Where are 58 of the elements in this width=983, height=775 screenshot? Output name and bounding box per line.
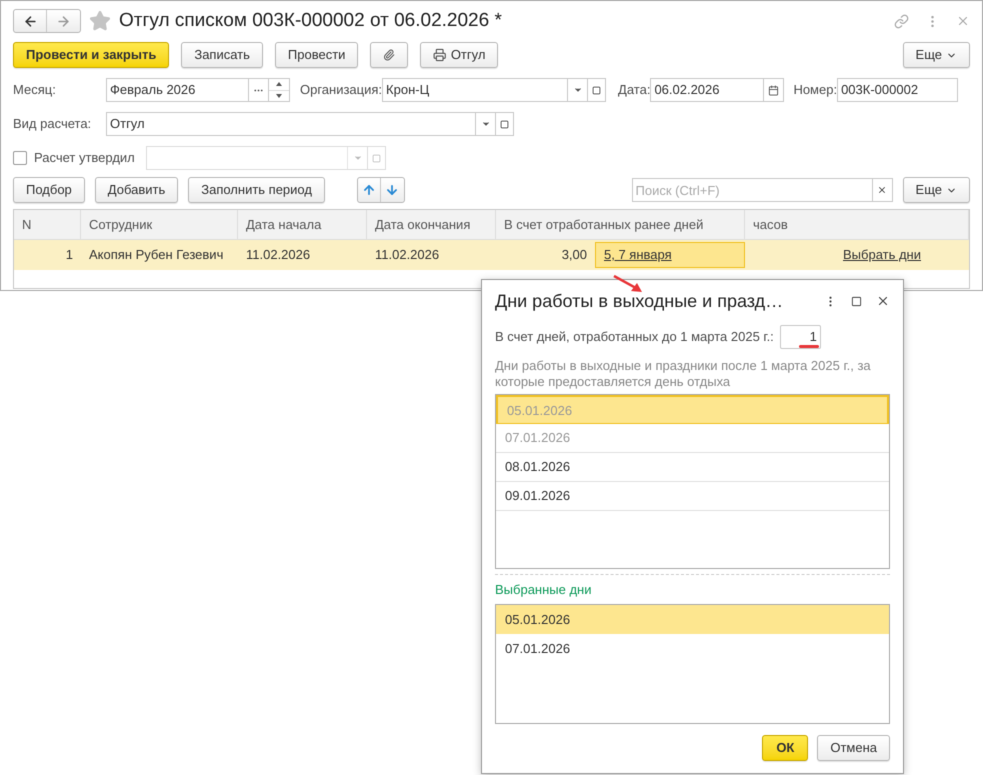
toolbar-button[interactable]: Провести (274, 42, 358, 68)
column-header[interactable]: В счет отработанных ранее дней (496, 210, 745, 239)
field-label: Месяц: (13, 81, 57, 100)
printer-icon (433, 48, 447, 62)
spin-icon[interactable] (268, 79, 289, 101)
table-cell-text: 11.02.2026 (245, 246, 312, 264)
field-label: В счет дней, отработанных до 1 марта 2025 г.: (495, 328, 774, 346)
column-header[interactable]: Дата окончания (367, 210, 496, 239)
window-title: Отгул списком 003К-000002 от 06.02.2026 * (119, 8, 502, 33)
choose-days-link[interactable]: Выбрать дни (843, 245, 969, 265)
organization-field[interactable]: Крон-Ц (382, 78, 588, 102)
star-icon[interactable] (89, 10, 111, 32)
days-link[interactable]: 5, 7 января (595, 242, 745, 268)
link-icon[interactable] (894, 14, 909, 28)
table-toolbar-button[interactable]: Добавить (94, 177, 178, 203)
column-header[interactable]: Дата начала (238, 210, 367, 239)
table-cell-text: Акопян Рубен Гезевич (88, 246, 224, 264)
day-item[interactable]: 09.01.2026 (496, 482, 889, 511)
dialog-title: Дни работы в выходные и празд… (495, 290, 784, 313)
search-field[interactable]: Поиск (Ctrl+F) (632, 178, 873, 202)
field-label: Номер: (793, 82, 838, 97)
table-cell-text: 3,00 (560, 246, 588, 264)
more-button[interactable]: Еще (902, 177, 970, 203)
checkbox-label: Расчет утвердил (34, 149, 136, 168)
column-header[interactable]: часов (745, 210, 969, 239)
dialog-button[interactable]: Отмена (817, 734, 890, 760)
field-label: Вид расчета: (13, 115, 92, 134)
more-button[interactable]: Еще (902, 42, 970, 68)
clear-icon[interactable] (872, 178, 893, 202)
paperclip-icon (383, 48, 396, 62)
field-label: Дата: (618, 82, 650, 97)
calc-type-field[interactable]: Отгул (106, 112, 496, 136)
column-header[interactable]: Сотрудник (81, 210, 238, 239)
chosen-day-item[interactable]: 05.01.2026 (496, 604, 889, 634)
table-cell-text: 1 (64, 246, 74, 264)
close-icon[interactable] (876, 294, 890, 308)
toolbar-button[interactable]: Записать (181, 42, 263, 68)
annotation-underline (799, 345, 819, 349)
table-cell-text: 11.02.2026 (374, 246, 440, 264)
table-toolbar-button[interactable]: Заполнить период (188, 177, 325, 203)
days-count-field[interactable]: 1 (780, 325, 821, 349)
toolbar-button[interactable]: Провести и закрыть (13, 42, 170, 68)
attach-button[interactable] (370, 42, 408, 68)
hint-text: Дни работы в выходные и праздники после 1 марта 2025 г., за которые предоставляется день отдыха (495, 358, 872, 390)
date-field[interactable]: 06.02.2026 (650, 78, 784, 102)
dialog-button[interactable]: ОК (762, 734, 808, 760)
table-toolbar-button[interactable]: Подбор (13, 177, 85, 203)
field-label: Организация: (300, 82, 382, 97)
day-item[interactable]: 08.01.2026 (496, 453, 889, 482)
print-button[interactable]: Отгул (420, 42, 498, 68)
month-field[interactable]: Февраль 2026 (106, 78, 290, 102)
maximize-icon[interactable] (851, 296, 862, 306)
annotation-arrow (612, 274, 644, 294)
number-field[interactable]: 003К-000002 (837, 78, 958, 102)
section-label: Выбранные дни (495, 581, 592, 599)
approved-checkbox[interactable] (13, 151, 27, 165)
column-header[interactable]: N (14, 210, 81, 239)
table-row[interactable]: 1 Акопян Рубен Гезевич 11.02.2026 11.02.2026 3,00 5, 7 января Выбрать дни (14, 240, 969, 270)
